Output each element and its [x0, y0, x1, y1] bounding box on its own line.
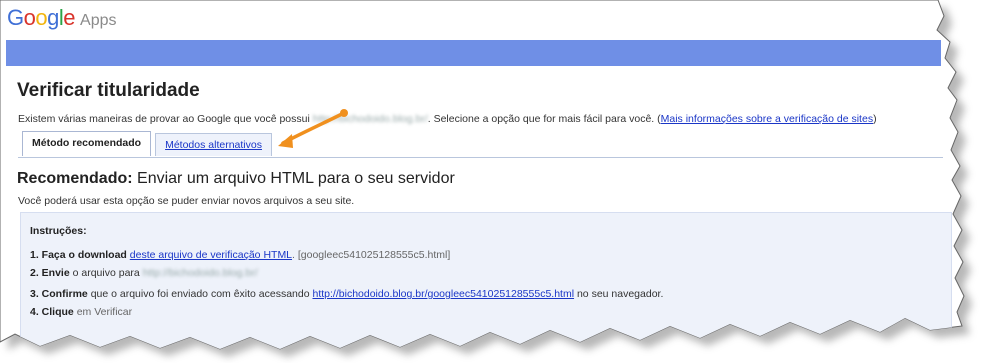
- arrow-head: [278, 134, 293, 148]
- arrow-tail-dot: [340, 109, 348, 117]
- annotation-arrow: [0, 0, 984, 363]
- page-content: Google Apps Verificar titularidade Existe…: [0, 0, 984, 363]
- torn-paper-screenshot: Google Apps Verificar titularidade Existe…: [0, 0, 984, 363]
